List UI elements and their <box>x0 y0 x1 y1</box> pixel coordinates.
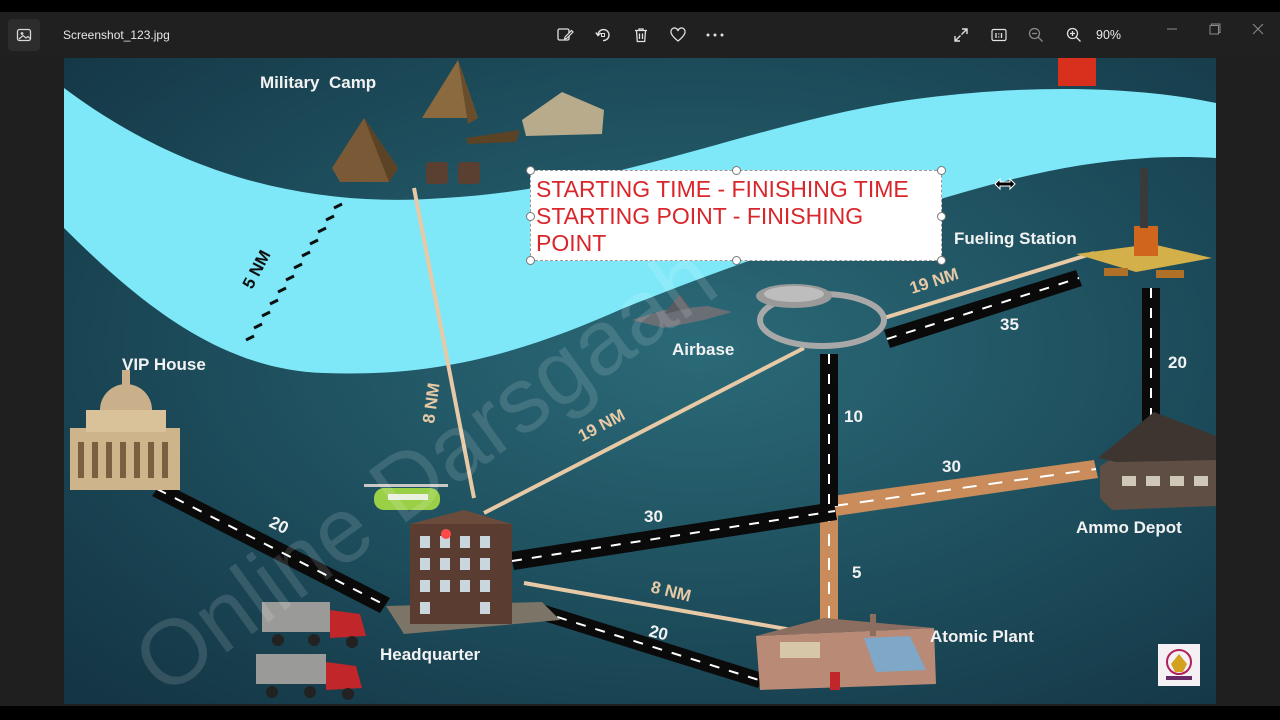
actual-size-button[interactable] <box>984 20 1014 50</box>
resize-handle-bottom-left[interactable] <box>526 256 535 265</box>
zoom-out-button[interactable] <box>1021 20 1051 50</box>
dist-junction-atomic: 5 <box>852 563 861 582</box>
rotate-button[interactable] <box>588 20 618 50</box>
fullscreen-button[interactable] <box>946 20 976 50</box>
resize-handle-bottom-right[interactable] <box>937 256 946 265</box>
close-button[interactable] <box>1236 12 1280 46</box>
more-icon <box>706 33 724 37</box>
maximize-button[interactable] <box>1193 12 1237 46</box>
label-vip-house: VIP House <box>122 355 206 374</box>
dist-airbase-down: 10 <box>844 407 863 426</box>
edit-image-icon <box>557 28 574 41</box>
annotation-text[interactable]: STARTING TIME - FINISHING TIME STARTING … <box>536 176 938 257</box>
minimize-button[interactable] <box>1150 12 1194 46</box>
actual-size-icon <box>991 28 1007 42</box>
fullscreen-icon <box>954 28 968 42</box>
resize-horizontal-cursor <box>994 177 1016 191</box>
label-headquarter: Headquarter <box>380 645 481 664</box>
dist-junction-ammo: 30 <box>942 457 961 476</box>
label-fueling-station: Fueling Station <box>954 229 1077 248</box>
annotation-line-3: POINT <box>536 230 607 256</box>
text-annotation-box[interactable]: STARTING TIME - FINISHING TIME STARTING … <box>526 166 946 265</box>
label-military-camp: Military Camp <box>260 73 376 92</box>
dist-airbase-fuel-road: 35 <box>1000 315 1019 334</box>
favorite-button[interactable] <box>663 20 693 50</box>
label-airbase: Airbase <box>672 340 734 359</box>
photo-app-icon[interactable] <box>8 19 40 51</box>
close-icon <box>1252 23 1264 35</box>
annotation-line-2: STARTING POINT - FINISHING <box>536 203 864 229</box>
resize-handle-top-center[interactable] <box>732 166 741 175</box>
more-button[interactable] <box>700 20 730 50</box>
maximize-icon <box>1209 23 1221 35</box>
zoom-out-icon <box>1028 27 1043 42</box>
label-atomic-plant: Atomic Plant <box>930 627 1034 646</box>
map-graphic: Online Darsgaah Military Camp VIP House … <box>64 58 1216 704</box>
file-name: Screenshot_123.jpg <box>63 28 170 42</box>
resize-handle-middle-right[interactable] <box>937 212 946 221</box>
heart-icon <box>670 27 686 42</box>
displayed-image: Online Darsgaah Military Camp VIP House … <box>64 58 1216 704</box>
annotation-line-1: STARTING TIME - FINISHING TIME <box>536 176 909 202</box>
top-border <box>0 0 1280 12</box>
dist-fuel-ammo: 20 <box>1168 353 1187 372</box>
dist-hq-junction: 30 <box>644 507 663 526</box>
resize-handle-top-left[interactable] <box>526 166 535 175</box>
title-bar: Screenshot_123.jpg 90% <box>0 12 1280 58</box>
zoom-in-icon <box>1066 27 1081 42</box>
road-fuel-ammo <box>1142 288 1160 428</box>
resize-handle-top-right[interactable] <box>937 166 946 175</box>
road-airbase-junction <box>820 354 838 506</box>
trash-icon <box>635 28 647 43</box>
zoom-level[interactable]: 90% <box>1096 12 1121 58</box>
resize-handle-middle-left[interactable] <box>526 212 535 221</box>
zoom-in-button[interactable] <box>1059 20 1089 50</box>
edit-image-button[interactable] <box>550 20 580 50</box>
red-marker <box>1058 58 1096 86</box>
minimize-icon <box>1167 28 1177 30</box>
delete-button[interactable] <box>626 20 656 50</box>
bottom-border <box>0 706 1280 720</box>
photos-app-window: Screenshot_123.jpg 90% Online Darsgaah M… <box>0 0 1280 720</box>
label-ammo-depot: Ammo Depot <box>1076 518 1182 537</box>
rotate-icon <box>595 28 610 42</box>
resize-handle-bottom-center[interactable] <box>732 256 741 265</box>
channel-logo <box>1158 644 1200 686</box>
